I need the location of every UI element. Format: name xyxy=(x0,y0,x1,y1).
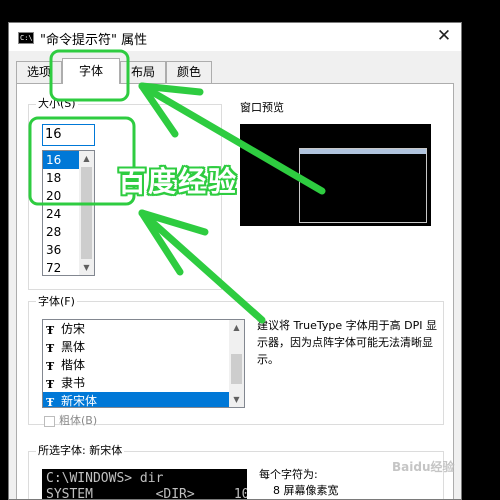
font-sample-preview: C:\WINDOWS> dir SYSTEM <DIR> 10 xyxy=(42,469,247,500)
close-button[interactable]: ✕ xyxy=(433,25,455,47)
truetype-icon: Ŧ xyxy=(46,342,55,355)
font-option-label: 楷体 xyxy=(61,358,86,372)
tab-options[interactable]: 选项 xyxy=(16,61,62,83)
font-option[interactable]: Ŧ 仿宋 xyxy=(43,320,244,338)
font-option[interactable]: Ŧ 新宋体 xyxy=(43,392,244,408)
truetype-icon: Ŧ xyxy=(46,396,55,408)
preview-label: 窗口预览 xyxy=(240,101,284,114)
title-bar[interactable]: C:\ "命令提示符" 属性 ✕ xyxy=(9,23,461,51)
tab-font[interactable]: 字体 xyxy=(62,58,120,84)
selected-font-label: 所选字体: 新宋体 xyxy=(36,444,125,458)
window-title: "命令提示符" 属性 xyxy=(40,33,148,48)
font-option[interactable]: Ŧ 楷体 xyxy=(43,356,244,374)
font-option-label: 黑体 xyxy=(61,340,86,354)
tab-colors[interactable]: 颜色 xyxy=(166,61,212,83)
font-listbox[interactable]: Ŧ 仿宋 Ŧ 黑体 Ŧ 楷体 Ŧ 隶书 Ŧ 新宋体 ▲ ▼ xyxy=(42,319,245,408)
scroll-up-icon[interactable]: ▲ xyxy=(229,320,244,335)
font-option[interactable]: Ŧ 黑体 xyxy=(43,338,244,356)
cmd-app-icon: C:\ xyxy=(18,32,34,44)
size-group-label: 大小(S) xyxy=(36,97,78,111)
truetype-icon: Ŧ xyxy=(46,378,55,391)
scroll-thumb[interactable] xyxy=(231,354,242,384)
size-input[interactable]: 16 xyxy=(42,124,95,146)
font-option-label: 隶书 xyxy=(61,376,86,390)
preview-inner-window xyxy=(299,148,427,223)
scroll-down-icon[interactable]: ▼ xyxy=(79,260,94,275)
size-scrollbar[interactable]: ▲ ▼ xyxy=(79,151,94,275)
watermark-text: 百度经验 xyxy=(118,165,239,198)
bold-label: 粗体(B) xyxy=(59,414,98,427)
sample-line: C:\WINDOWS> dir xyxy=(46,471,164,486)
font-option[interactable]: Ŧ 隶书 xyxy=(43,374,244,392)
bold-checkbox[interactable] xyxy=(44,416,55,427)
tab-layout[interactable]: 布局 xyxy=(120,61,166,83)
font-group-label: 字体(F) xyxy=(36,295,77,309)
scroll-up-icon[interactable]: ▲ xyxy=(79,151,94,166)
baidu-watermark: Baidu经验 xyxy=(392,460,455,474)
font-option-label: 新宋体 xyxy=(61,394,98,408)
window-preview xyxy=(240,124,431,226)
preview-inner-titlebar xyxy=(300,149,426,154)
truetype-icon: Ŧ xyxy=(46,324,55,337)
font-tab-panel: 大小(S) 16 16 18 20 24 28 36 72 ▲ ▼ 窗口预览 字… xyxy=(16,83,454,500)
font-scrollbar[interactable]: ▲ ▼ xyxy=(229,320,244,407)
sample-line: SYSTEM <DIR> 10 xyxy=(46,487,247,500)
scroll-thumb[interactable] xyxy=(81,167,92,259)
char-size-detail: 8 屏幕像素宽 xyxy=(273,484,339,497)
truetype-icon: Ŧ xyxy=(46,360,55,373)
size-listbox[interactable]: 16 18 20 24 28 36 72 ▲ ▼ xyxy=(42,150,95,276)
properties-dialog: C:\ "命令提示符" 属性 ✕ 选项 字体 布局 颜色 大小(S) 16 16… xyxy=(8,22,462,500)
scroll-down-icon[interactable]: ▼ xyxy=(229,392,244,407)
truetype-hint: 建议将 TrueType 字体用于高 DPI 显示器，因为点阵字体可能无法清晰显… xyxy=(257,319,437,366)
font-option-label: 仿宋 xyxy=(61,322,86,336)
